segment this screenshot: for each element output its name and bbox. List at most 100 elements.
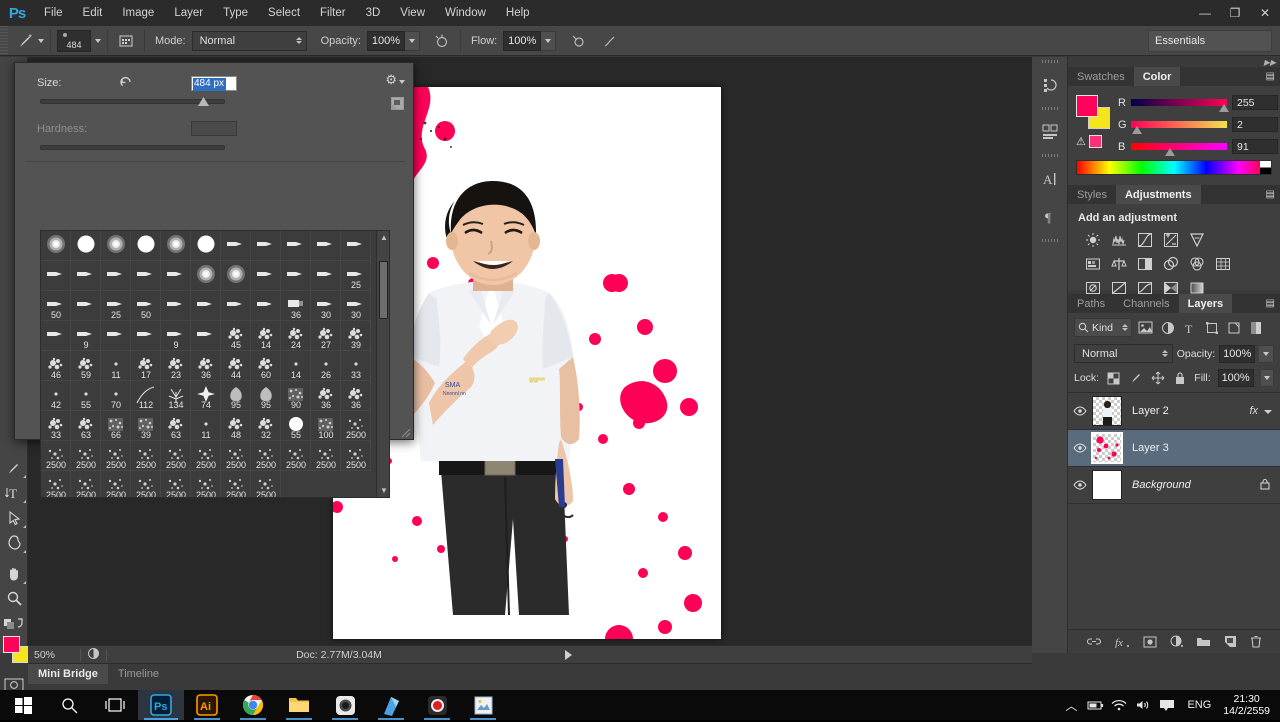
brush-preset-cell[interactable]: 36 <box>191 351 221 381</box>
strip-grip[interactable] <box>1032 151 1068 160</box>
brush-tool-icon[interactable] <box>12 30 38 52</box>
brush-preset-cell[interactable] <box>161 231 191 261</box>
airbrush-icon[interactable] <box>566 30 590 52</box>
brush-preset-cell[interactable]: 2500 <box>41 441 71 471</box>
brush-preset-cell[interactable] <box>251 261 281 291</box>
brush-preset-cell[interactable]: 63 <box>161 411 191 441</box>
brush-preset-cell[interactable]: 14 <box>251 321 281 351</box>
menu-image[interactable]: Image <box>112 0 164 26</box>
brush-preset-cell[interactable]: 2500 <box>101 441 131 471</box>
opacity-value[interactable]: 100% <box>366 30 405 51</box>
menu-file[interactable]: File <box>34 0 73 26</box>
foreground-color-swatch[interactable] <box>3 636 20 653</box>
brush-preset-cell[interactable]: 30 <box>341 291 371 321</box>
menu-view[interactable]: View <box>390 0 435 26</box>
brush-preset-cell[interactable]: 90 <box>281 381 311 411</box>
tool-path-selection[interactable] <box>0 505 28 530</box>
tool-type[interactable]: T <box>0 480 28 505</box>
illustrator-taskbar-button[interactable]: Ai <box>184 690 230 720</box>
group-icon[interactable] <box>1196 636 1211 648</box>
brush-preset-cell[interactable]: 134 <box>161 381 191 411</box>
brush-preset-cell[interactable]: 25 <box>101 291 131 321</box>
search-button[interactable] <box>46 690 92 720</box>
channel-value[interactable]: 2 <box>1232 117 1278 132</box>
chrome-taskbar-button[interactable] <box>230 690 276 720</box>
tool-zoom[interactable] <box>0 586 28 611</box>
brush-preset-cell[interactable] <box>311 231 341 261</box>
chevron-down-icon[interactable] <box>1264 405 1272 417</box>
lock-transparency-icon[interactable] <box>1106 370 1121 387</box>
exposure-icon[interactable] <box>1162 231 1179 248</box>
paragraph-panel-icon[interactable]: ¶ <box>1032 198 1068 236</box>
strip-grip[interactable] <box>1032 236 1068 245</box>
brush-preset-cell[interactable]: 59 <box>71 351 101 381</box>
recorder-taskbar-button[interactable] <box>414 690 460 720</box>
layer-thumbnail[interactable] <box>1092 470 1122 500</box>
brush-preset-cell[interactable]: 36 <box>311 381 341 411</box>
tab-color[interactable]: Color <box>1133 67 1181 86</box>
maximize-button[interactable]: ❐ <box>1220 0 1250 26</box>
brush-preset-cell[interactable] <box>71 291 101 321</box>
minimize-button[interactable]: — <box>1190 0 1220 26</box>
brush-preset-cell[interactable] <box>131 321 161 351</box>
brush-preset-cell[interactable]: 2500 <box>341 441 371 471</box>
strip-grip[interactable] <box>1032 104 1068 113</box>
close-button[interactable]: ✕ <box>1250 0 1280 26</box>
mask-icon[interactable] <box>1143 636 1157 648</box>
brush-preset-cell[interactable] <box>311 261 341 291</box>
brush-grid-scrollbar[interactable]: ▲ ▼ <box>376 231 389 497</box>
brush-size-input[interactable]: 484 px <box>191 75 237 91</box>
out-of-gamut-warning[interactable]: ⚠ <box>1076 135 1102 148</box>
brush-preset-cell[interactable]: 2500 <box>161 441 191 471</box>
brush-preset-cell[interactable]: 55 <box>281 411 311 441</box>
brush-preset-cell[interactable] <box>251 291 281 321</box>
filter-toggle-icon[interactable] <box>1247 319 1264 336</box>
task-view-button[interactable] <box>92 690 138 720</box>
brush-preset-cell[interactable]: 33 <box>341 351 371 381</box>
menu-layer[interactable]: Layer <box>164 0 213 26</box>
brush-preset-cell[interactable]: 14 <box>281 351 311 381</box>
brush-preset-cell[interactable]: 60 <box>251 351 281 381</box>
brush-preset-cell[interactable]: 39 <box>131 411 161 441</box>
r-slider[interactable] <box>1131 99 1229 112</box>
bottom-tab-timeline[interactable]: Timeline <box>108 664 169 684</box>
color-spectrum-ramp[interactable] <box>1076 160 1272 175</box>
brush-preset-cell[interactable]: 9 <box>161 321 191 351</box>
brush-preset-chevron-down-icon[interactable] <box>38 38 44 43</box>
brush-preset-cell[interactable]: 46 <box>41 351 71 381</box>
brush-preset-cell[interactable]: 23 <box>161 351 191 381</box>
strip-grip[interactable] <box>1032 57 1068 66</box>
channel-value[interactable]: 91 <box>1232 139 1278 154</box>
tab-layers[interactable]: Layers <box>1178 294 1233 313</box>
layer-thumbnail[interactable] <box>1091 432 1123 464</box>
scrollbar-thumb[interactable] <box>379 261 388 319</box>
language-indicator[interactable]: ENG <box>1179 699 1219 711</box>
tab-paths[interactable]: Paths <box>1068 294 1114 313</box>
brush-preset-cell[interactable] <box>191 291 221 321</box>
brush-preset-cell[interactable]: 42 <box>41 381 71 411</box>
layer-blend-mode-select[interactable]: Normal <box>1074 344 1173 363</box>
brush-preset-cell[interactable]: 2500 <box>191 471 221 497</box>
brush-preset-cell[interactable]: 2500 <box>101 471 131 497</box>
scroll-up-icon[interactable]: ▲ <box>380 233 388 242</box>
brush-preset-cell[interactable]: 2500 <box>161 471 191 497</box>
filter-smart-object-icon[interactable] <box>1225 319 1242 336</box>
brush-preset-cell[interactable]: 2500 <box>281 441 311 471</box>
layer-thumbnail[interactable] <box>1092 396 1122 426</box>
hardness-slider[interactable] <box>40 145 225 150</box>
brush-preset-cell[interactable]: 27 <box>311 321 341 351</box>
zoom-level[interactable]: 50% <box>28 649 74 661</box>
eye-icon[interactable] <box>1068 480 1092 490</box>
brush-preset-cell[interactable]: 2500 <box>221 441 251 471</box>
r-slider-thumb[interactable] <box>1219 104 1229 112</box>
brush-preset-cell[interactable] <box>221 261 251 291</box>
layer-fill-value[interactable]: 100% <box>1217 369 1254 387</box>
vibrance-icon[interactable] <box>1188 231 1205 248</box>
menu-filter[interactable]: Filter <box>310 0 356 26</box>
delete-icon[interactable] <box>1250 635 1262 648</box>
tab-swatches[interactable]: Swatches <box>1068 67 1134 86</box>
layer-opacity-dropdown[interactable] <box>1259 344 1274 363</box>
brush-size-indicator[interactable]: 484 <box>57 29 91 52</box>
history-panel-icon[interactable] <box>1032 66 1068 104</box>
hue-saturation-icon[interactable] <box>1084 255 1101 272</box>
